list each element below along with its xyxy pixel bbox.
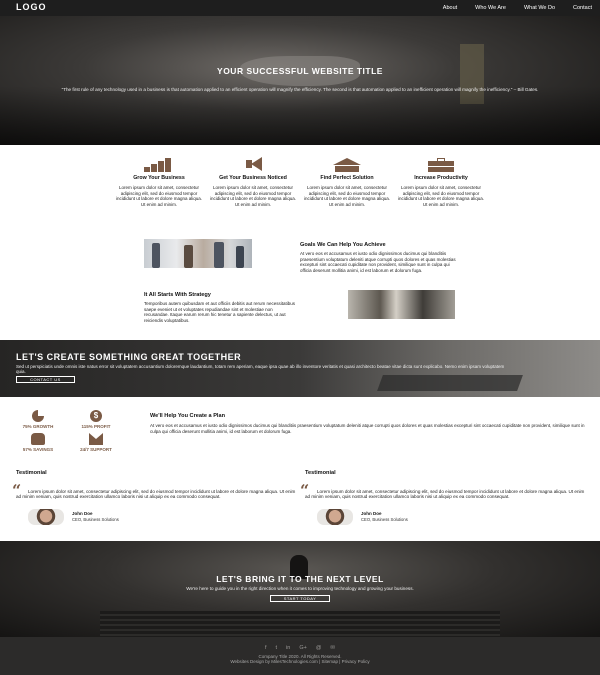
feature-text: Lorem ipsum dolor sit amet, consectetur …: [303, 185, 391, 207]
testimonial-name: John Doe: [72, 511, 93, 516]
feature-title: Increase Productivity: [414, 175, 468, 181]
contact-us-button[interactable]: CONTACT US: [16, 376, 75, 383]
linkedin-icon[interactable]: in: [286, 645, 290, 651]
nav-link-who-we-are[interactable]: Who We Are: [475, 5, 506, 11]
team-meeting-image: [144, 239, 252, 268]
facebook-icon[interactable]: f: [265, 645, 267, 651]
feature-title: Get Your Business Noticed: [219, 175, 287, 181]
stat-profit: $ 115% PROFIT: [76, 410, 116, 429]
megaphone-icon: [238, 157, 268, 172]
avatar: [317, 509, 353, 525]
coin-icon: $: [90, 410, 102, 422]
piggy-bank-icon: [31, 433, 45, 445]
strategy-text: Temporibus autem quibusdam et aut offici…: [144, 301, 295, 323]
strategy-title: It All Starts With Strategy: [144, 292, 211, 298]
bar-chart-icon: [144, 158, 174, 172]
pie-chart-icon: [32, 410, 44, 422]
feature-text: Lorem ipsum dolor sit amet, consectetur …: [115, 185, 203, 207]
testimonial-text: Lorem ipsum dolor sit amet, consectetur …: [305, 489, 585, 500]
hero-title: YOUR SUCCESSFUL WEBSITE TITLE: [217, 66, 383, 76]
plan-text: At vero eos et accusamus et iusto odio d…: [150, 423, 585, 434]
briefcase-icon: [426, 158, 456, 172]
nav-link-what-we-do[interactable]: What We Do: [524, 5, 555, 11]
cta-text: We're here to guide you in the right dir…: [186, 586, 414, 591]
email-icon[interactable]: ✉: [330, 645, 335, 651]
hero-quote: "The first rule of any technology used i…: [61, 87, 539, 92]
social-links: f t in G+ @ ✉: [0, 645, 600, 651]
testimonial-role: CEO, Business Solutions: [72, 517, 119, 522]
feature-text: Lorem ipsum dolor sit amet, consectetur …: [397, 185, 485, 207]
testimonial-heading: Testimonial: [16, 470, 47, 476]
office-meeting-image: [348, 290, 455, 319]
stat-growth: 75% GROWTH: [18, 410, 58, 429]
stat-label: 115% PROFIT: [81, 424, 111, 429]
logo[interactable]: LOGO: [16, 2, 47, 12]
goals-title: Goals We Can Help You Achieve: [300, 242, 386, 248]
testimonial-name: John Doe: [361, 511, 382, 516]
stairs-image: [100, 611, 500, 637]
stat-label: 57% SAVINGS: [22, 447, 54, 452]
banner-title: LET'S CREATE SOMETHING GREAT TOGETHER: [16, 352, 242, 362]
stat-label: 75% GROWTH: [22, 424, 54, 429]
instagram-icon[interactable]: @: [316, 645, 322, 651]
hero-section: [0, 16, 600, 145]
goals-text: At vero eos et accusamus et iusto odio d…: [300, 251, 456, 273]
feature-title: Grow Your Business: [133, 175, 185, 181]
cta-title: LET'S BRING IT TO THE NEXT LEVEL: [216, 574, 384, 584]
feature-perfect-solution: Find Perfect Solution Lorem ipsum dolor …: [302, 158, 392, 207]
avatar: [28, 509, 64, 525]
twitter-icon[interactable]: t: [276, 645, 278, 651]
nav-links: About Who We Are What We Do Contact: [425, 5, 592, 11]
start-today-button[interactable]: START TODAY: [270, 595, 330, 602]
feature-productivity: Increase Productivity Lorem ipsum dolor …: [396, 158, 486, 207]
feature-grow-business: Grow Your Business Lorem ipsum dolor sit…: [114, 158, 204, 207]
feature-title: Find Perfect Solution: [320, 175, 374, 181]
banner-text: Sed ut perspiciatis unde omnis iste natu…: [16, 364, 505, 375]
testimonial-heading: Testimonial: [305, 470, 336, 476]
nav-link-contact[interactable]: Contact: [573, 5, 592, 11]
nav-link-about[interactable]: About: [443, 5, 457, 11]
stat-label: 24/7 SUPPORT: [80, 447, 112, 452]
stat-support: 24/7 SUPPORT: [76, 433, 116, 452]
google-plus-icon[interactable]: G+: [299, 645, 307, 651]
footer-credits[interactable]: Websites Design by MilesTechnologies.com…: [0, 659, 600, 664]
plan-title: We'll Help You Create a Plan: [150, 413, 226, 419]
testimonial-text: Lorem ipsum dolor sit amet, consectetur …: [16, 489, 296, 500]
feature-get-noticed: Get Your Business Noticed Lorem ipsum do…: [208, 157, 298, 207]
house-icon: [332, 158, 362, 172]
feature-text: Lorem ipsum dolor sit amet, consectetur …: [209, 185, 297, 207]
keyboard-image: [377, 375, 523, 391]
testimonial-role: CEO, Business Solutions: [361, 517, 408, 522]
hero-overlay: [0, 86, 600, 145]
envelope-icon: [89, 433, 103, 445]
stat-savings: 57% SAVINGS: [18, 433, 58, 452]
